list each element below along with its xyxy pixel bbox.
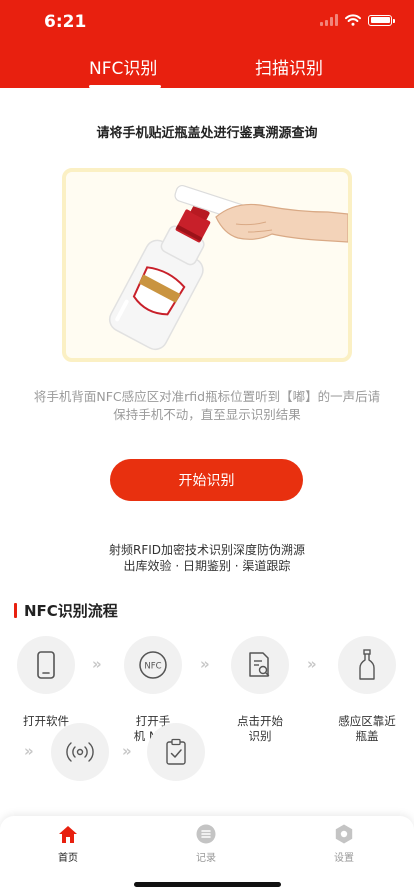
step-icon-circle [147, 723, 205, 781]
battery-icon [368, 14, 395, 26]
step-icon-circle [231, 636, 289, 694]
tab-bar: NFC识别 扫描识别 [0, 44, 414, 88]
step-label: 点击开始 识别 [215, 714, 305, 744]
instruction-text: 请将手机贴近瓶盖处进行鉴真溯源查询 [96, 126, 318, 141]
tab-nfc[interactable]: NFC识别 [89, 54, 157, 79]
phone-icon [37, 651, 55, 679]
step-arrow-icon: » [24, 742, 34, 760]
section-accent-bar [14, 603, 17, 618]
step-arrow-icon: » [307, 655, 317, 673]
home-icon [58, 824, 78, 844]
step-label-line: 瓶盖 [355, 729, 379, 743]
bottle-hand-illustration [108, 184, 348, 351]
settings-icon [334, 824, 354, 844]
svg-text:NFC: NFC [144, 662, 161, 672]
cellular-signal-icon [320, 14, 338, 26]
step-icon-circle [51, 723, 109, 781]
step-arrow-icon: » [92, 655, 102, 673]
active-tab-indicator [89, 85, 161, 88]
nav-item-records[interactable]: 记录 [161, 824, 251, 864]
nav-item-home[interactable]: 首页 [23, 824, 113, 864]
process-step: 点击开始 识别 [215, 636, 305, 744]
status-bar: 6:21 [0, 0, 414, 44]
description-line: 将手机背面NFC感应区对准rfid瓶标位置听到【嘟】的一声后请 [33, 389, 381, 404]
step-label-line: 感应区靠近 [338, 714, 396, 728]
feature-line: 射频RFID加密技术识别深度防伪溯源 [108, 543, 306, 557]
list-icon [196, 824, 216, 844]
signal-icon [66, 742, 94, 762]
wifi-icon [345, 14, 361, 26]
feature-text: 射频RFID加密技术识别深度防伪溯源 出库效验 · 日期鉴别 · 渠道跟踪 [0, 542, 414, 574]
process-section-title: NFC识别流程 [14, 600, 118, 621]
tab-scan[interactable]: 扫描识别 [255, 54, 323, 79]
home-indicator [134, 882, 281, 887]
process-step: 打开软件 [1, 636, 91, 729]
start-recognition-button[interactable]: 开始识别 [110, 459, 303, 501]
step-icon-circle [17, 636, 75, 694]
step-label: 感应区靠近 瓶盖 [322, 714, 412, 744]
nfc-illustration [62, 168, 352, 362]
feature-line: 出库效验 · 日期鉴别 · 渠道跟踪 [123, 559, 291, 573]
app-header: 6:21 NFC识别 扫描识别 [0, 0, 414, 88]
status-icons [320, 14, 395, 26]
process-step [131, 723, 221, 781]
document-search-icon [249, 652, 270, 677]
bottle-icon [359, 649, 375, 680]
nav-item-settings[interactable]: 设置 [299, 824, 389, 864]
nfc-icon: NFC [139, 651, 167, 679]
step-label-line: 识别 [248, 729, 272, 743]
clipboard-check-icon [166, 738, 186, 765]
description-line: 保持手机不动，直至显示识别结果 [113, 407, 301, 422]
process-step: 感应区靠近 瓶盖 [322, 636, 412, 744]
step-icon-circle [338, 636, 396, 694]
nav-label: 记录 [196, 853, 216, 864]
step-icon-circle: NFC [124, 636, 182, 694]
process-title-text: NFC识别流程 [24, 602, 118, 620]
step-label-line: 点击开始 [237, 714, 283, 728]
step-arrow-icon: » [122, 742, 132, 760]
nav-label: 首页 [58, 853, 78, 864]
process-step [35, 723, 125, 781]
nav-label: 设置 [334, 853, 354, 864]
status-time: 6:21 [44, 12, 87, 32]
instruction-description: 将手机背面NFC感应区对准rfid瓶标位置听到【嘟】的一声后请 保持手机不动，直… [22, 388, 392, 424]
step-arrow-icon: » [200, 655, 210, 673]
